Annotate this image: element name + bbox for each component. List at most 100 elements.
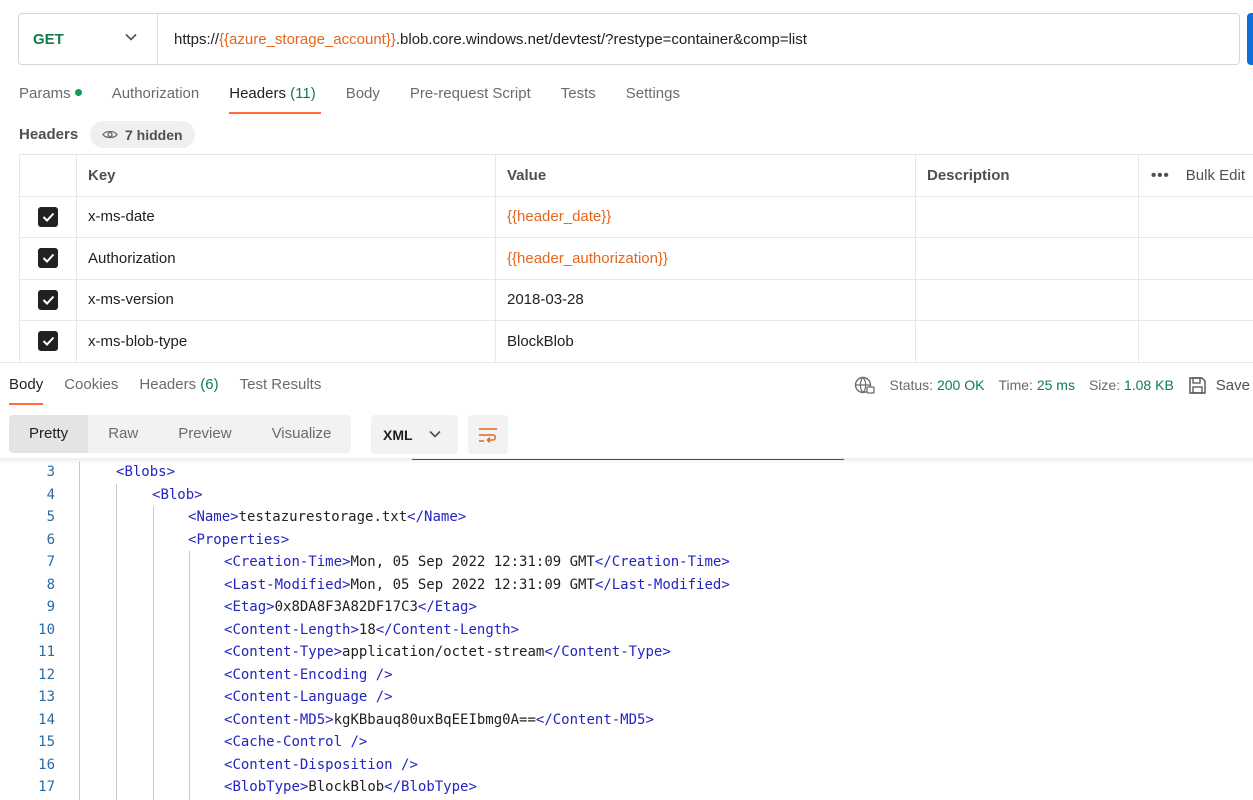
code-content: <Properties> xyxy=(188,531,290,548)
save-response-button[interactable]: Save xyxy=(1188,376,1250,395)
row-checkbox[interactable] xyxy=(38,331,58,352)
code-line: 10 <Content-Length>18</Content-Length> xyxy=(0,619,1253,642)
table-row: x-ms-date {{header_date}} xyxy=(19,196,1253,238)
header-value[interactable]: {{header_date}} xyxy=(496,196,916,237)
status-indicator[interactable]: Status: 200 OK xyxy=(889,377,984,393)
row-check-cell xyxy=(19,238,77,279)
params-indicator-dot xyxy=(74,89,82,96)
format-select[interactable]: XML xyxy=(371,415,458,454)
header-value[interactable]: 2018-03-28 xyxy=(496,279,916,320)
row-checkbox[interactable] xyxy=(38,248,58,269)
headers-section-title: Headers xyxy=(19,126,79,143)
response-tab-test-results[interactable]: Test Results xyxy=(240,374,322,405)
bulk-edit-button[interactable]: Bulk Edit xyxy=(1186,167,1245,184)
hidden-headers-toggle[interactable]: 7 hidden xyxy=(90,121,195,148)
save-icon xyxy=(1189,376,1206,394)
tab-authorization-label: Authorization xyxy=(111,85,200,102)
code-content: <Content-Length>18</Content-Length> xyxy=(224,621,520,638)
view-visualize-button[interactable]: Visualize xyxy=(252,415,352,453)
line-number: 3 xyxy=(46,464,55,480)
header-value[interactable]: BlockBlob xyxy=(496,321,916,362)
tab-authorization[interactable]: Authorization xyxy=(112,82,200,114)
response-divider[interactable] xyxy=(0,362,1253,363)
line-number: 8 xyxy=(46,576,55,593)
send-button[interactable] xyxy=(1247,13,1253,65)
tab-body-label: Body xyxy=(345,85,380,102)
code-content: <Cache-Control /> xyxy=(224,734,368,750)
bulk-edit-area: ••• Bulk Edit xyxy=(1139,155,1253,196)
header-value[interactable]: {{header_authorization}} xyxy=(496,238,916,279)
checkmark-icon xyxy=(42,212,54,222)
code-line: 5 <Name>testazurestorage.txt</Name> xyxy=(0,506,1253,529)
row-check-cell xyxy=(19,196,77,237)
tab-headers-label: Headers xyxy=(229,85,286,102)
table-row: x-ms-version 2018-03-28 xyxy=(19,279,1253,321)
tab-tests-label: Tests xyxy=(560,85,596,102)
tab-headers[interactable]: Headers (11) xyxy=(229,82,322,114)
code-line: 16 <Content-Disposition /> xyxy=(0,754,1253,777)
response-body-code[interactable]: 3 <Blobs> 4 <Blob> 5 <Name>testazurestorage… xyxy=(0,461,1253,799)
header-description[interactable] xyxy=(916,321,1139,362)
view-raw-button[interactable]: Raw xyxy=(88,415,158,453)
request-tabs: Params Authorization Headers (11) Body P… xyxy=(19,82,710,116)
url-input[interactable]: https://{{azure_storage_account}}.blob.c… xyxy=(158,31,807,48)
tab-settings[interactable]: Settings xyxy=(626,82,680,114)
header-key[interactable]: x-ms-version xyxy=(77,279,496,320)
header-key[interactable]: x-ms-date xyxy=(77,196,496,237)
tab-pre-request-label: Pre-request Script xyxy=(409,85,531,102)
tab-headers-count: (11) xyxy=(290,85,316,102)
row-checkbox[interactable] xyxy=(38,289,58,310)
status-label: Status: xyxy=(889,377,934,393)
line-number: 17 xyxy=(38,779,55,795)
line-number: 14 xyxy=(38,711,55,728)
header-description[interactable] xyxy=(916,238,1139,279)
response-tab-body[interactable]: Body xyxy=(9,374,44,405)
code-content: <Etag>0x8DA8F3A82DF17C3</Etag> xyxy=(224,599,477,615)
tab-tests[interactable]: Tests xyxy=(561,82,596,114)
method-label: GET xyxy=(33,30,64,48)
row-spacer xyxy=(1139,238,1253,279)
code-content: <Content-Disposition /> xyxy=(224,756,418,773)
response-tab-headers-label: Headers xyxy=(139,376,197,393)
response-tabs: Body Cookies Headers (6) Test Results xyxy=(9,374,342,405)
code-line: 4 <Blob> xyxy=(0,484,1253,507)
search-highlight-line xyxy=(412,459,844,460)
table-row: x-ms-blob-type BlockBlob xyxy=(19,321,1253,363)
view-pretty-button[interactable]: Pretty xyxy=(9,415,89,453)
more-options-icon[interactable]: ••• xyxy=(1151,167,1170,184)
headers-table: Key Value Description ••• Bulk Edit x-ms… xyxy=(19,154,1253,363)
line-number: 12 xyxy=(38,666,55,683)
tab-body[interactable]: Body xyxy=(346,82,380,114)
wrap-lines-button[interactable] xyxy=(468,415,508,454)
header-description[interactable] xyxy=(916,196,1139,237)
url-prefix: https:// xyxy=(174,30,220,48)
view-preview-button[interactable]: Preview xyxy=(158,415,251,453)
tab-params-label: Params xyxy=(19,85,71,102)
code-line: 9 <Etag>0x8DA8F3A82DF17C3</Etag> xyxy=(0,596,1253,619)
line-number: 11 xyxy=(38,644,55,660)
response-tab-headers[interactable]: Headers (6) xyxy=(139,374,218,405)
size-value: 1.08 KB xyxy=(1123,377,1174,393)
line-number: 15 xyxy=(38,734,55,750)
checkmark-icon xyxy=(42,337,54,347)
tab-params[interactable]: Params xyxy=(19,82,82,114)
line-number: 10 xyxy=(38,621,55,638)
method-select[interactable]: GET xyxy=(19,14,158,64)
response-status-bar: Status: 200 OK Time: 25 ms Size: 1.08 KB… xyxy=(854,374,1250,396)
tab-pre-request-script[interactable]: Pre-request Script xyxy=(410,82,531,114)
row-spacer xyxy=(1139,280,1253,321)
header-key[interactable]: x-ms-blob-type xyxy=(77,321,496,362)
header-description[interactable] xyxy=(916,279,1139,320)
time-label: Time: xyxy=(998,377,1033,393)
header-key[interactable]: Authorization xyxy=(77,238,496,279)
column-key: Key xyxy=(77,155,496,196)
time-indicator[interactable]: Time: 25 ms xyxy=(998,377,1075,393)
globe-lock-icon[interactable] xyxy=(854,376,876,395)
column-description: Description xyxy=(916,155,1139,196)
code-line: 6 <Properties> xyxy=(0,529,1253,552)
size-indicator[interactable]: Size: 1.08 KB xyxy=(1089,377,1174,393)
checkmark-icon xyxy=(42,295,54,305)
response-tab-cookies[interactable]: Cookies xyxy=(64,374,118,405)
response-headers-count: (6) xyxy=(200,376,219,393)
row-checkbox[interactable] xyxy=(38,206,58,227)
